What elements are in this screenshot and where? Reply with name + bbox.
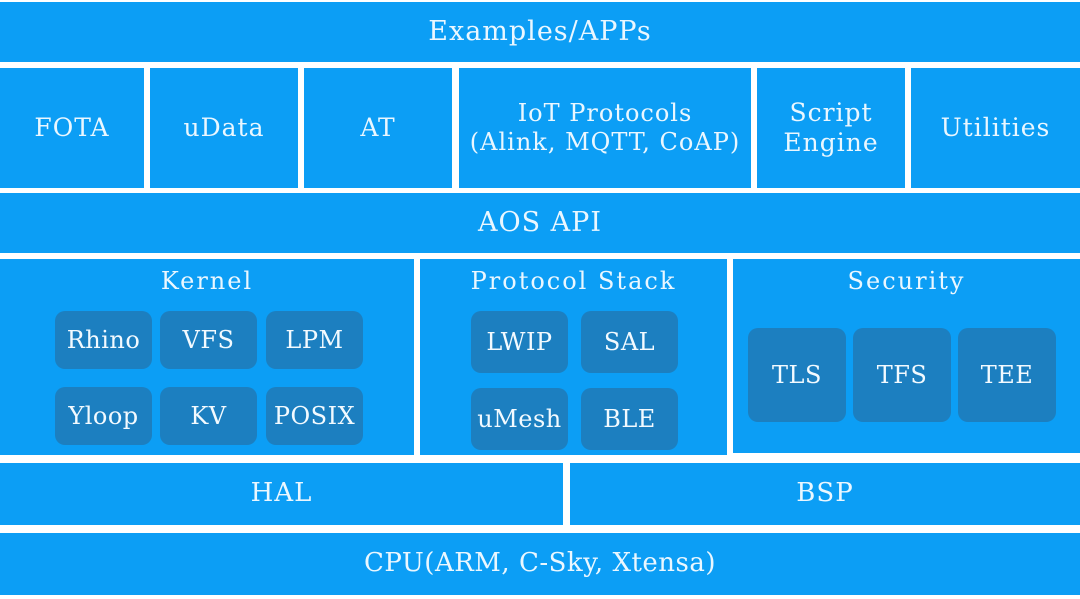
group-security: Security TLS TFS TEE <box>733 259 1080 453</box>
module-fota: FOTA <box>0 68 144 188</box>
chip-tee: TEE <box>958 328 1056 422</box>
chip-posix: POSIX <box>266 387 363 445</box>
chip-sal: SAL <box>581 311 678 373</box>
module-iot-protocols: IoT Protocols (Alink, MQTT, CoAP) <box>459 68 751 188</box>
chip-tfs: TFS <box>853 328 951 422</box>
layer-bsp: BSP <box>570 463 1080 525</box>
chip-yloop: Yloop <box>55 387 152 445</box>
group-protocol-stack-title: Protocol Stack <box>470 267 677 295</box>
chip-tls: TLS <box>748 328 846 422</box>
chip-umesh: uMesh <box>471 388 568 450</box>
chip-lwip: LWIP <box>471 311 568 373</box>
chip-rhino: Rhino <box>55 311 152 369</box>
chip-kv: KV <box>160 387 257 445</box>
chip-ble: BLE <box>581 388 678 450</box>
chip-lpm: LPM <box>266 311 363 369</box>
module-utilities: Utilities <box>911 68 1080 188</box>
layer-examples-apps: Examples/APPs <box>0 2 1080 62</box>
module-at: AT <box>304 68 452 188</box>
module-udata: uData <box>150 68 298 188</box>
group-security-title: Security <box>847 267 966 295</box>
layer-hal: HAL <box>0 463 563 525</box>
group-kernel-title: Kernel <box>160 267 254 295</box>
group-kernel: Kernel Rhino VFS LPM Yloop KV POSIX <box>0 259 414 455</box>
group-protocol-stack: Protocol Stack LWIP SAL uMesh BLE <box>420 259 727 455</box>
chip-vfs: VFS <box>160 311 257 369</box>
module-script-engine: Script Engine <box>757 68 905 188</box>
architecture-diagram: Examples/APPs FOTA uData AT IoT Protocol… <box>0 0 1080 599</box>
layer-aos-api: AOS API <box>0 193 1080 253</box>
layer-cpu: CPU(ARM, C-Sky, Xtensa) <box>0 533 1080 595</box>
